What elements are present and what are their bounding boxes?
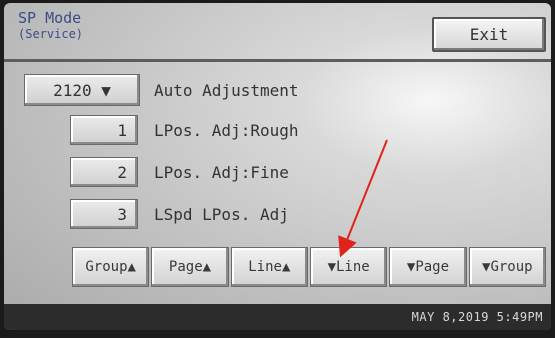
annotation-arrow-icon xyxy=(338,139,388,258)
